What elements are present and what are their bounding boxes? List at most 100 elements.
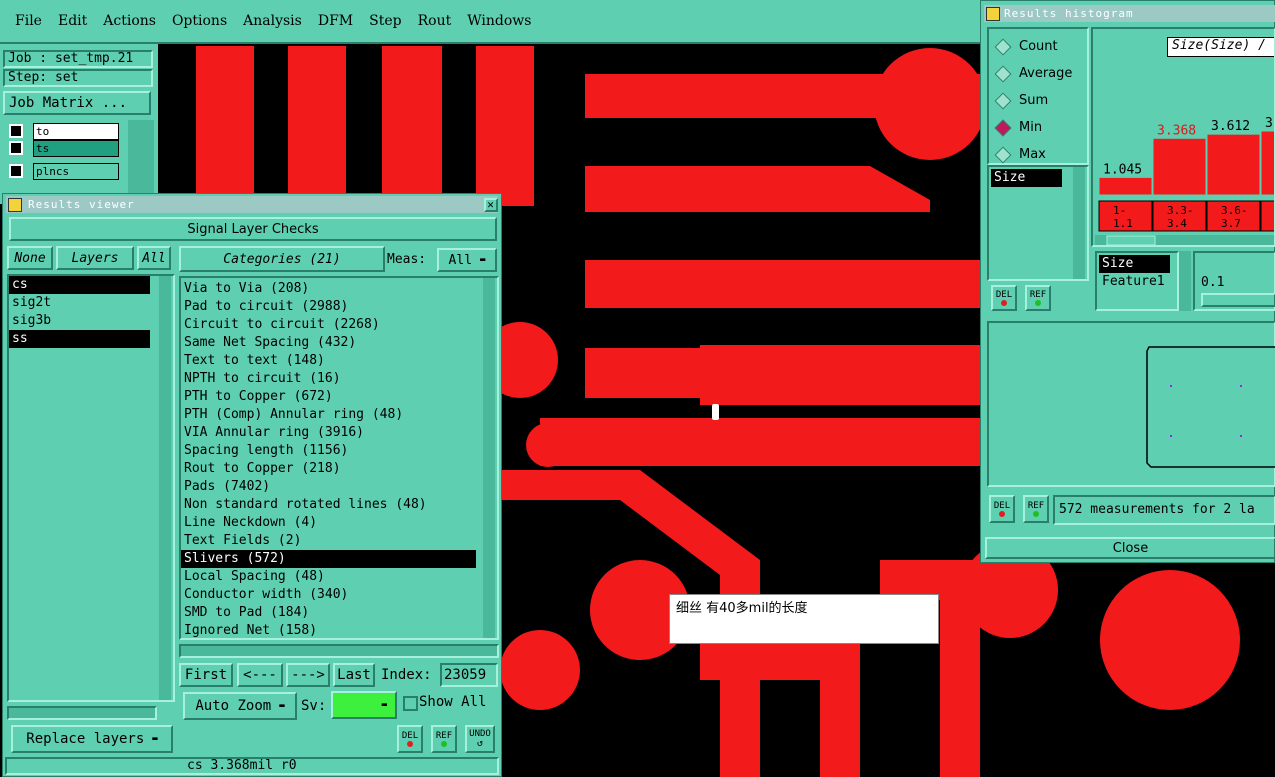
radio-average[interactable]: Average: [994, 60, 1087, 87]
results-viewer-titlebar[interactable]: Results viewer ✕: [6, 196, 498, 213]
histogram-chart-area[interactable]: Size(Size) / 1.045 1- 1.1 3.368 3.3- 3.4 3.612…: [1091, 27, 1275, 247]
bar-value-label: 1.045: [1103, 162, 1142, 177]
category-item[interactable]: Spacing length (1156): [181, 442, 476, 460]
list-item[interactable]: Size: [1099, 255, 1170, 273]
category-item[interactable]: Pads (7402): [181, 478, 476, 496]
categories-button[interactable]: Categories (21): [179, 246, 385, 272]
close-icon[interactable]: ✕: [484, 197, 498, 212]
replace-layers-button[interactable]: Replace layers ▬: [11, 725, 173, 753]
menu-rout[interactable]: Rout: [418, 13, 452, 29]
feature-vscrollbar[interactable]: [1179, 251, 1191, 311]
feature-list[interactable]: Size Feature1: [1095, 251, 1179, 311]
category-item[interactable]: PTH (Comp) Annular ring (48): [181, 406, 476, 424]
undo-icon: ↺: [476, 738, 484, 749]
size-vscrollbar[interactable]: [1073, 167, 1085, 279]
category-label: 3.4: [1167, 217, 1187, 230]
radio-sum[interactable]: Sum: [994, 87, 1087, 114]
radio-max[interactable]: Max: [994, 141, 1087, 168]
layer-scrollbar[interactable]: [128, 120, 154, 204]
layers-list[interactable]: cs sig2t sig3b ss: [7, 274, 175, 702]
category-item[interactable]: Same Net Spacing (432): [181, 334, 476, 352]
scroll-thumb[interactable]: [1106, 235, 1156, 245]
ref-button[interactable]: REF: [431, 725, 457, 753]
menu-windows[interactable]: Windows: [467, 13, 531, 29]
undo-button[interactable]: UNDO ↺: [465, 725, 495, 753]
radio-min[interactable]: Min: [994, 114, 1087, 141]
last-button[interactable]: Last: [333, 663, 375, 687]
category-item[interactable]: Text Fields (2): [181, 532, 476, 550]
status-bar: cs 3.368mil r0: [5, 757, 499, 775]
categories-hscrollbar[interactable]: [179, 644, 499, 658]
category-item[interactable]: Conductor width (340): [181, 586, 476, 604]
layer-checkbox[interactable]: [9, 141, 23, 155]
histogram-bar[interactable]: [1098, 176, 1153, 196]
categories-vscrollbar[interactable]: [483, 278, 495, 638]
preview-del-button[interactable]: DEL: [989, 495, 1015, 523]
category-item[interactable]: SMD to Pad (184): [181, 604, 476, 622]
menu-options[interactable]: Options: [172, 13, 227, 29]
job-matrix-button[interactable]: Job Matrix ...: [3, 91, 151, 115]
list-item[interactable]: cs: [9, 276, 150, 294]
close-button[interactable]: Close: [985, 537, 1275, 559]
meas-value: All: [448, 252, 473, 268]
category-item[interactable]: Text to text (148): [181, 352, 476, 370]
layers-hscrollbar[interactable]: [7, 706, 157, 720]
layers-button[interactable]: Layers: [56, 246, 134, 270]
layers-vscrollbar[interactable]: [159, 276, 171, 700]
index-input[interactable]: 23059: [440, 663, 498, 687]
histogram-bar[interactable]: [1260, 130, 1275, 196]
sv-color-dropdown[interactable]: ▬: [331, 691, 397, 719]
list-item[interactable]: ss: [9, 330, 150, 348]
category-item[interactable]: Via to Via (208): [181, 280, 476, 298]
size-field-list[interactable]: Size: [987, 165, 1089, 281]
show-all-checkbox[interactable]: [403, 696, 418, 711]
category-item[interactable]: Circuit to circuit (2268): [181, 316, 476, 334]
layer-checkbox[interactable]: [9, 124, 23, 138]
next-button[interactable]: --->: [286, 663, 330, 687]
list-item[interactable]: sig3b: [9, 312, 150, 330]
hist-ref-button[interactable]: REF: [1025, 285, 1051, 311]
category-item[interactable]: PTH to Copper (672): [181, 388, 476, 406]
first-button[interactable]: First: [179, 663, 233, 687]
threshold-slider[interactable]: [1201, 293, 1275, 307]
histogram-titlebar[interactable]: Results histogram: [984, 5, 1275, 22]
green-dot-icon: [1033, 511, 1039, 517]
categories-list[interactable]: Via to Via (208) Pad to circuit (2988) C…: [179, 276, 499, 640]
meas-dropdown[interactable]: All ▬: [437, 248, 497, 272]
category-item[interactable]: Rout to Copper (218): [181, 460, 476, 478]
category-item[interactable]: Local Spacing (48): [181, 568, 476, 586]
menu-file[interactable]: File: [15, 13, 42, 29]
menu-step[interactable]: Step: [369, 13, 401, 29]
list-item[interactable]: Size: [991, 169, 1062, 187]
category-item[interactable]: Non standard rotated lines (48): [181, 496, 476, 514]
del-button[interactable]: DEL: [397, 725, 423, 753]
menu-actions[interactable]: Actions: [103, 13, 156, 29]
category-item[interactable]: Slivers (572): [181, 550, 476, 568]
threshold-panel[interactable]: 0.1: [1193, 251, 1275, 311]
list-item[interactable]: Feature1: [1099, 273, 1170, 291]
category-item[interactable]: Ignored Net (158): [181, 622, 476, 640]
del-label: DEL: [995, 290, 1013, 300]
signal-layer-checks-button[interactable]: Signal Layer Checks: [9, 217, 497, 241]
histogram-bar[interactable]: [1152, 137, 1207, 196]
auto-zoom-dropdown[interactable]: Auto Zoom ▬: [183, 692, 297, 720]
category-item[interactable]: Line Neckdown (4): [181, 514, 476, 532]
category-item[interactable]: Pad to circuit (2988): [181, 298, 476, 316]
list-item[interactable]: sig2t: [9, 294, 150, 312]
menu-edit[interactable]: Edit: [58, 13, 87, 29]
menu-dfm[interactable]: DFM: [318, 13, 353, 29]
preview-ref-button[interactable]: REF: [1023, 495, 1049, 523]
feature-preview: [987, 321, 1275, 487]
hist-del-button[interactable]: DEL: [991, 285, 1017, 311]
previous-button[interactable]: <---: [237, 663, 283, 687]
category-item[interactable]: NPTH to circuit (16): [181, 370, 476, 388]
category-item[interactable]: VIA Annular ring (3916): [181, 424, 476, 442]
green-dot-icon: [1035, 300, 1041, 306]
layer-checkbox[interactable]: [9, 164, 23, 178]
radio-count[interactable]: Count: [994, 33, 1087, 60]
histogram-bar[interactable]: [1206, 133, 1261, 196]
all-layers-button[interactable]: All: [137, 246, 171, 270]
menu-analysis[interactable]: Analysis: [243, 13, 302, 29]
none-button[interactable]: None: [7, 246, 53, 270]
radio-indicator: [994, 92, 1012, 109]
